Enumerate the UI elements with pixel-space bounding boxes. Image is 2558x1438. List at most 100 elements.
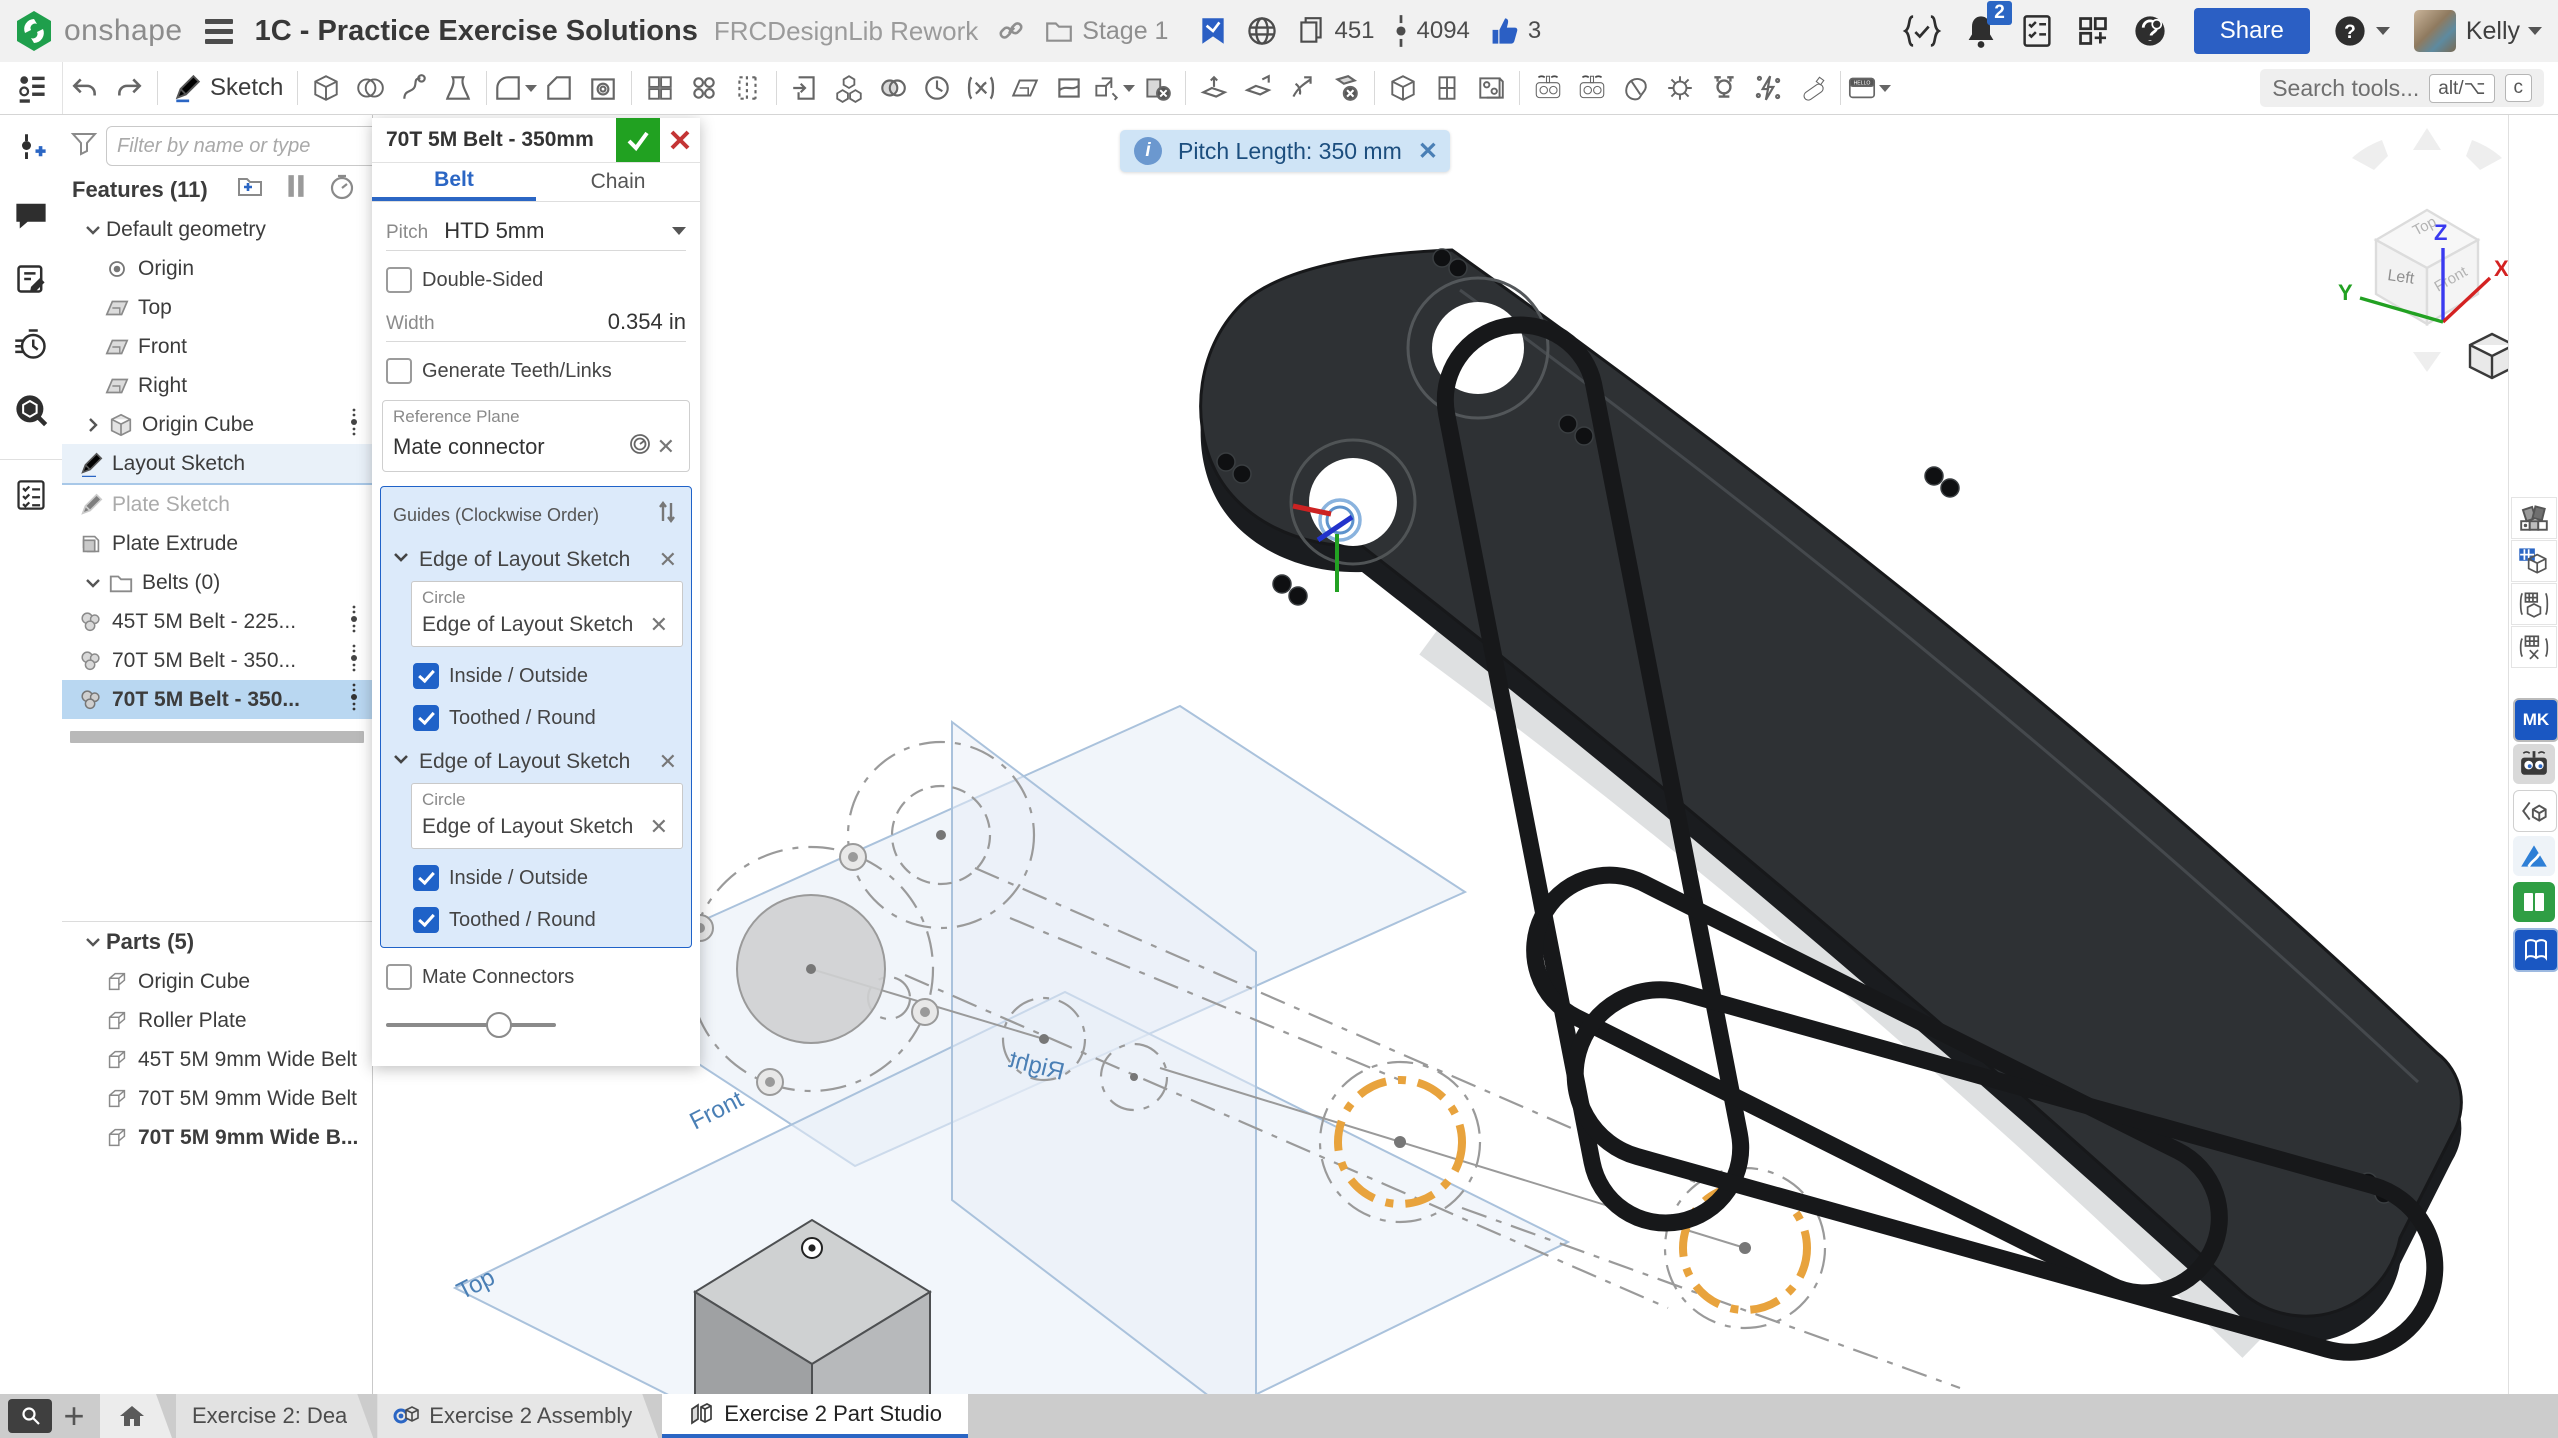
chevron-right-icon[interactable] xyxy=(80,415,106,435)
part-row-70t-belt-b[interactable]: 70T 5M 9mm Wide B... xyxy=(62,1118,372,1157)
primitives-icon[interactable] xyxy=(827,68,871,108)
custom-feature-robot2-icon[interactable] xyxy=(1570,68,1614,108)
plane-icon[interactable] xyxy=(1003,68,1047,108)
feature-row-top-plane[interactable]: Top xyxy=(62,288,372,327)
variables-table-icon[interactable] xyxy=(2511,626,2557,668)
share-button[interactable]: Share xyxy=(2194,8,2310,54)
tab-exercise-drawing[interactable]: Exercise 2: Dea xyxy=(176,1394,373,1438)
chevron-down-icon[interactable] xyxy=(80,932,106,952)
chevron-down-icon[interactable] xyxy=(391,547,411,573)
notifications-bell-icon[interactable]: 2 xyxy=(1964,13,1998,49)
feature-row-belts-folder[interactable]: Belts (0) xyxy=(62,563,372,602)
performance-timer-icon[interactable] xyxy=(13,327,49,366)
reorder-icon[interactable] xyxy=(655,499,679,531)
banner-close-icon[interactable] xyxy=(1418,137,1438,166)
user-name[interactable]: Kelly xyxy=(2466,17,2520,46)
insert-version-icon[interactable] xyxy=(14,132,48,173)
likes-icon[interactable] xyxy=(1488,15,1520,47)
part-row-70t-belt-a[interactable]: 70T 5M 9mm Wide Belt xyxy=(62,1079,372,1118)
feature-row-belt-70t-b[interactable]: 70T 5M Belt - 350... xyxy=(62,680,372,719)
feature-row-origin-cube[interactable]: Origin Cube xyxy=(62,405,372,444)
remove-guide-icon[interactable]: ✕ xyxy=(655,749,681,775)
drag-handle-icon[interactable] xyxy=(350,643,358,679)
pitch-select[interactable]: Pitch HTD 5mm xyxy=(386,218,686,251)
copies-icon[interactable] xyxy=(1296,15,1326,47)
linear-pattern-icon[interactable] xyxy=(638,68,682,108)
rollback-bar[interactable] xyxy=(70,731,364,743)
configurations-icon[interactable] xyxy=(2511,583,2557,625)
guide-group-title[interactable]: Edge of Layout Sketch xyxy=(419,750,655,774)
fillet-icon[interactable] xyxy=(493,68,537,108)
feature-row-front-plane[interactable]: Front xyxy=(62,327,372,366)
toothed-round-checkbox[interactable]: Toothed / Round xyxy=(413,907,683,933)
tab-chain[interactable]: Chain xyxy=(536,163,700,201)
appearance-panel-icon[interactable] xyxy=(2511,497,2557,539)
folder-icon[interactable] xyxy=(1044,18,1074,44)
add-tab-button[interactable] xyxy=(52,1394,96,1438)
chevron-down-icon[interactable] xyxy=(80,573,106,593)
enclose-icon[interactable] xyxy=(1236,68,1280,108)
guide-group-title[interactable]: Edge of Layout Sketch xyxy=(419,548,655,572)
public-globe-icon[interactable] xyxy=(1246,15,1278,47)
variable-icon[interactable] xyxy=(959,68,1003,108)
transform-caret-icon[interactable] xyxy=(1123,85,1135,92)
workspace-name[interactable]: Stage 1 xyxy=(1082,17,1168,46)
user-menu-caret-icon[interactable] xyxy=(2528,27,2542,35)
feature-row-origin[interactable]: Origin xyxy=(62,249,372,288)
sketch-button[interactable]: Sketch xyxy=(172,73,283,103)
lightning-feature-icon[interactable] xyxy=(1746,68,1790,108)
extrude-icon[interactable] xyxy=(304,68,348,108)
green-library-app-icon[interactable] xyxy=(2513,882,2555,922)
apps-grid-icon[interactable] xyxy=(2076,14,2110,48)
robot-app-icon[interactable] xyxy=(2513,744,2555,784)
notes-icon[interactable] xyxy=(14,262,48,301)
name-tag-icon[interactable]: HELLO xyxy=(1847,68,1891,108)
sculpt-feature-icon[interactable] xyxy=(1614,68,1658,108)
feature-row-right-plane[interactable]: Right xyxy=(62,366,372,405)
drag-handle-icon[interactable] xyxy=(350,682,358,718)
alibre-triangle-app-icon[interactable] xyxy=(2513,836,2555,876)
chevron-down-icon[interactable] xyxy=(391,749,411,775)
marker-pen-icon[interactable] xyxy=(1790,68,1834,108)
custom-feature-robot-icon[interactable] xyxy=(1526,68,1570,108)
loft-icon[interactable] xyxy=(436,68,480,108)
feature-row-belt-45t[interactable]: 45T 5M Belt - 225... xyxy=(62,602,372,641)
link-icon[interactable] xyxy=(996,16,1026,46)
mkcad-app-icon[interactable]: MK xyxy=(2513,698,2558,742)
tab-exercise-assembly[interactable]: Exercise 2 Assembly xyxy=(377,1394,658,1438)
suppress-pause-icon[interactable] xyxy=(286,173,306,207)
main-menu-icon[interactable] xyxy=(205,19,233,44)
mate-connectors-checkbox[interactable]: Mate Connectors xyxy=(386,964,686,990)
gear-feature-icon[interactable] xyxy=(1658,68,1702,108)
inside-outside-checkbox[interactable]: Inside / Outside xyxy=(413,865,683,891)
regen-timer-icon[interactable] xyxy=(328,173,356,207)
add-folder-icon[interactable] xyxy=(236,173,264,207)
mate-feature-icon[interactable] xyxy=(1702,68,1746,108)
feature-script-icon[interactable] xyxy=(1902,13,1942,49)
help-icon[interactable]: ? xyxy=(2332,13,2390,49)
learning-center-icon[interactable] xyxy=(2132,13,2168,49)
guide-entity-field[interactable]: Circle Edge of Layout Sketch ✕ xyxy=(411,783,683,849)
part-row-45t-belt[interactable]: 45T 5M 9mm Wide Belt xyxy=(62,1040,372,1079)
width-field[interactable]: Width 0.354 in xyxy=(386,309,686,342)
comments-icon[interactable] xyxy=(13,199,49,236)
split-icon[interactable] xyxy=(1047,68,1091,108)
user-avatar[interactable] xyxy=(2414,10,2456,52)
filter-input[interactable] xyxy=(106,126,396,166)
bom-table-icon[interactable] xyxy=(2511,540,2557,582)
boolean-icon[interactable] xyxy=(871,68,915,108)
clear-entity-icon[interactable]: ✕ xyxy=(646,612,672,638)
revolve-icon[interactable] xyxy=(348,68,392,108)
slider-thumb[interactable] xyxy=(486,1012,512,1038)
tab-manager-icon[interactable] xyxy=(8,1399,52,1433)
sweep-icon[interactable] xyxy=(392,68,436,108)
toothed-round-checkbox[interactable]: Toothed / Round xyxy=(413,705,683,731)
blue-library-app-icon[interactable] xyxy=(2513,928,2558,972)
chevron-down-icon[interactable] xyxy=(80,220,106,240)
sheet-metal-icon[interactable] xyxy=(1469,68,1513,108)
feature-row-plate-sketch[interactable]: Plate Sketch xyxy=(62,485,372,524)
thicken-icon[interactable] xyxy=(1192,68,1236,108)
feature-tree-toggle-icon[interactable] xyxy=(0,62,63,114)
generate-teeth-checkbox[interactable]: Generate Teeth/Links xyxy=(386,358,686,384)
part-export-app-icon[interactable] xyxy=(2513,790,2557,832)
